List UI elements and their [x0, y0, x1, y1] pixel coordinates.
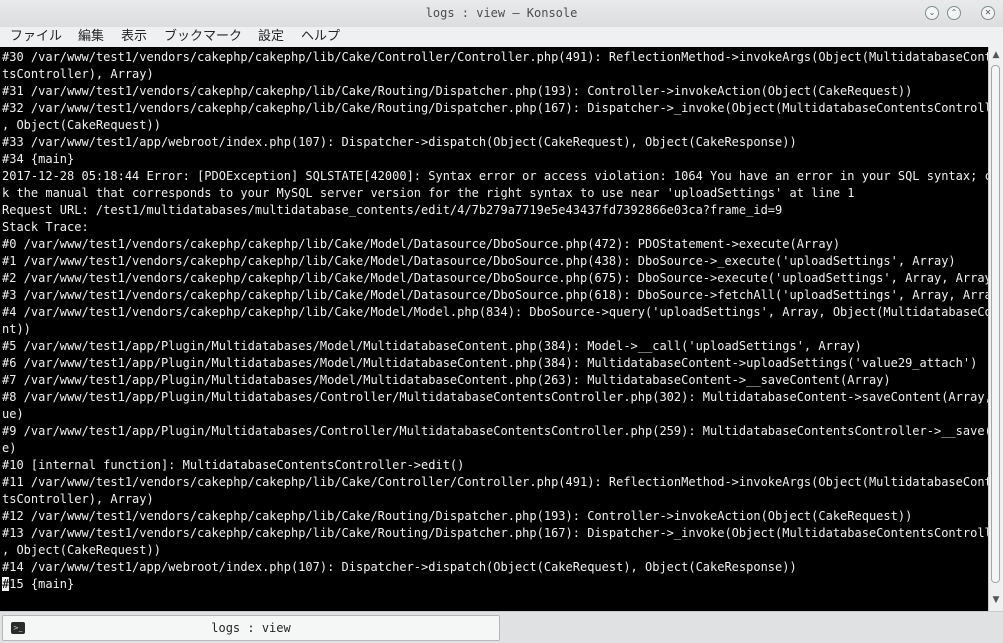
terminal-view[interactable]: #30 /var/www/test1/vendors/cakephp/cakep… — [0, 47, 988, 611]
log-line: Stack Trace: — [2, 220, 89, 234]
log-line: #0 /var/www/test1/vendors/cakephp/cakeph… — [2, 237, 841, 251]
log-line: #13 /var/www/test1/vendors/cakephp/cakep… — [2, 526, 988, 540]
log-line: #4 /var/www/test1/vendors/cakephp/cakeph… — [2, 305, 988, 319]
log-line: #11 /var/www/test1/vendors/cakephp/cakep… — [2, 475, 988, 489]
log-line: #34 {main} — [2, 152, 75, 166]
menu-edit[interactable]: 編集 — [78, 28, 104, 45]
log-line: tsController), Array) — [2, 492, 154, 506]
vertical-scrollbar[interactable]: ▲ ▼ — [988, 47, 1003, 611]
scroll-up-icon[interactable]: ▲ — [989, 48, 1003, 62]
log-line: #30 /var/www/test1/vendors/cakephp/cakep… — [2, 50, 988, 64]
log-line: #1 /var/www/test1/vendors/cakephp/cakeph… — [2, 254, 956, 268]
log-line: #5 /var/www/test1/app/Plugin/Multidataba… — [2, 339, 862, 353]
log-line: #14 /var/www/test1/app/webroot/index.php… — [2, 560, 797, 574]
log-line: #8 /var/www/test1/app/Plugin/Multidataba… — [2, 390, 988, 404]
log-line: tsController), Array) — [2, 67, 154, 81]
log-line: #7 /var/www/test1/app/Plugin/Multidataba… — [2, 373, 891, 387]
menu-file[interactable]: ファイル — [10, 28, 62, 45]
log-line: #6 /var/www/test1/app/Plugin/Multidataba… — [2, 356, 978, 370]
menu-help[interactable]: ヘルプ — [301, 28, 340, 45]
log-line: nt)) — [2, 322, 31, 336]
menu-bookmarks[interactable]: ブックマーク — [164, 28, 242, 45]
log-line: e) — [2, 441, 17, 455]
terminal-output: #30 /var/www/test1/vendors/cakephp/cakep… — [0, 47, 988, 593]
log-line: #33 /var/www/test1/app/webroot/index.php… — [2, 135, 797, 149]
tab-label: logs : view — [211, 621, 291, 635]
title-bar[interactable]: logs : view – Konsole ⌄ ⌃ ✕ — [0, 0, 1003, 28]
log-line: #10 [internal function]: MultidatabaseCo… — [2, 458, 465, 472]
log-line: #2 /var/www/test1/vendors/cakephp/cakeph… — [2, 271, 988, 285]
minimize-icon[interactable]: ⌄ — [925, 6, 939, 20]
maximize-icon[interactable]: ⌃ — [947, 6, 961, 20]
scrollbar-thumb[interactable] — [991, 65, 1000, 583]
log-line: , Object(CakeRequest)) — [2, 118, 161, 132]
log-line: #31 /var/www/test1/vendors/cakephp/cakep… — [2, 84, 913, 98]
window-title: logs : view – Konsole — [425, 6, 578, 20]
tab-bar: >_ logs : view — [0, 611, 1003, 643]
log-line: #9 /var/www/test1/app/Plugin/Multidataba… — [2, 424, 988, 438]
log-line: 15 {main} — [9, 577, 75, 591]
log-line: #32 /var/www/test1/vendors/cakephp/cakep… — [2, 101, 988, 115]
scroll-down-icon[interactable]: ▼ — [989, 593, 1003, 607]
menu-view[interactable]: 表示 — [121, 28, 147, 45]
menu-bar: ファイル 編集 表示 ブックマーク 設定 ヘルプ — [0, 27, 1003, 47]
log-line: Request URL: /test1/multidatabases/multi… — [2, 203, 783, 217]
log-line: 2017-12-28 05:18:44 Error: [PDOException… — [2, 169, 988, 183]
log-line: ue) — [2, 407, 24, 421]
log-line: , Object(CakeRequest)) — [2, 543, 161, 557]
log-line: #12 /var/www/test1/vendors/cakephp/cakep… — [2, 509, 913, 523]
log-line: #3 /var/www/test1/vendors/cakephp/cakeph… — [2, 288, 988, 302]
menu-settings[interactable]: 設定 — [258, 28, 284, 45]
log-line: k the manual that corresponds to your My… — [2, 186, 855, 200]
tab-logs-view[interactable]: >_ logs : view — [2, 615, 500, 641]
close-icon[interactable]: ✕ — [981, 6, 995, 20]
